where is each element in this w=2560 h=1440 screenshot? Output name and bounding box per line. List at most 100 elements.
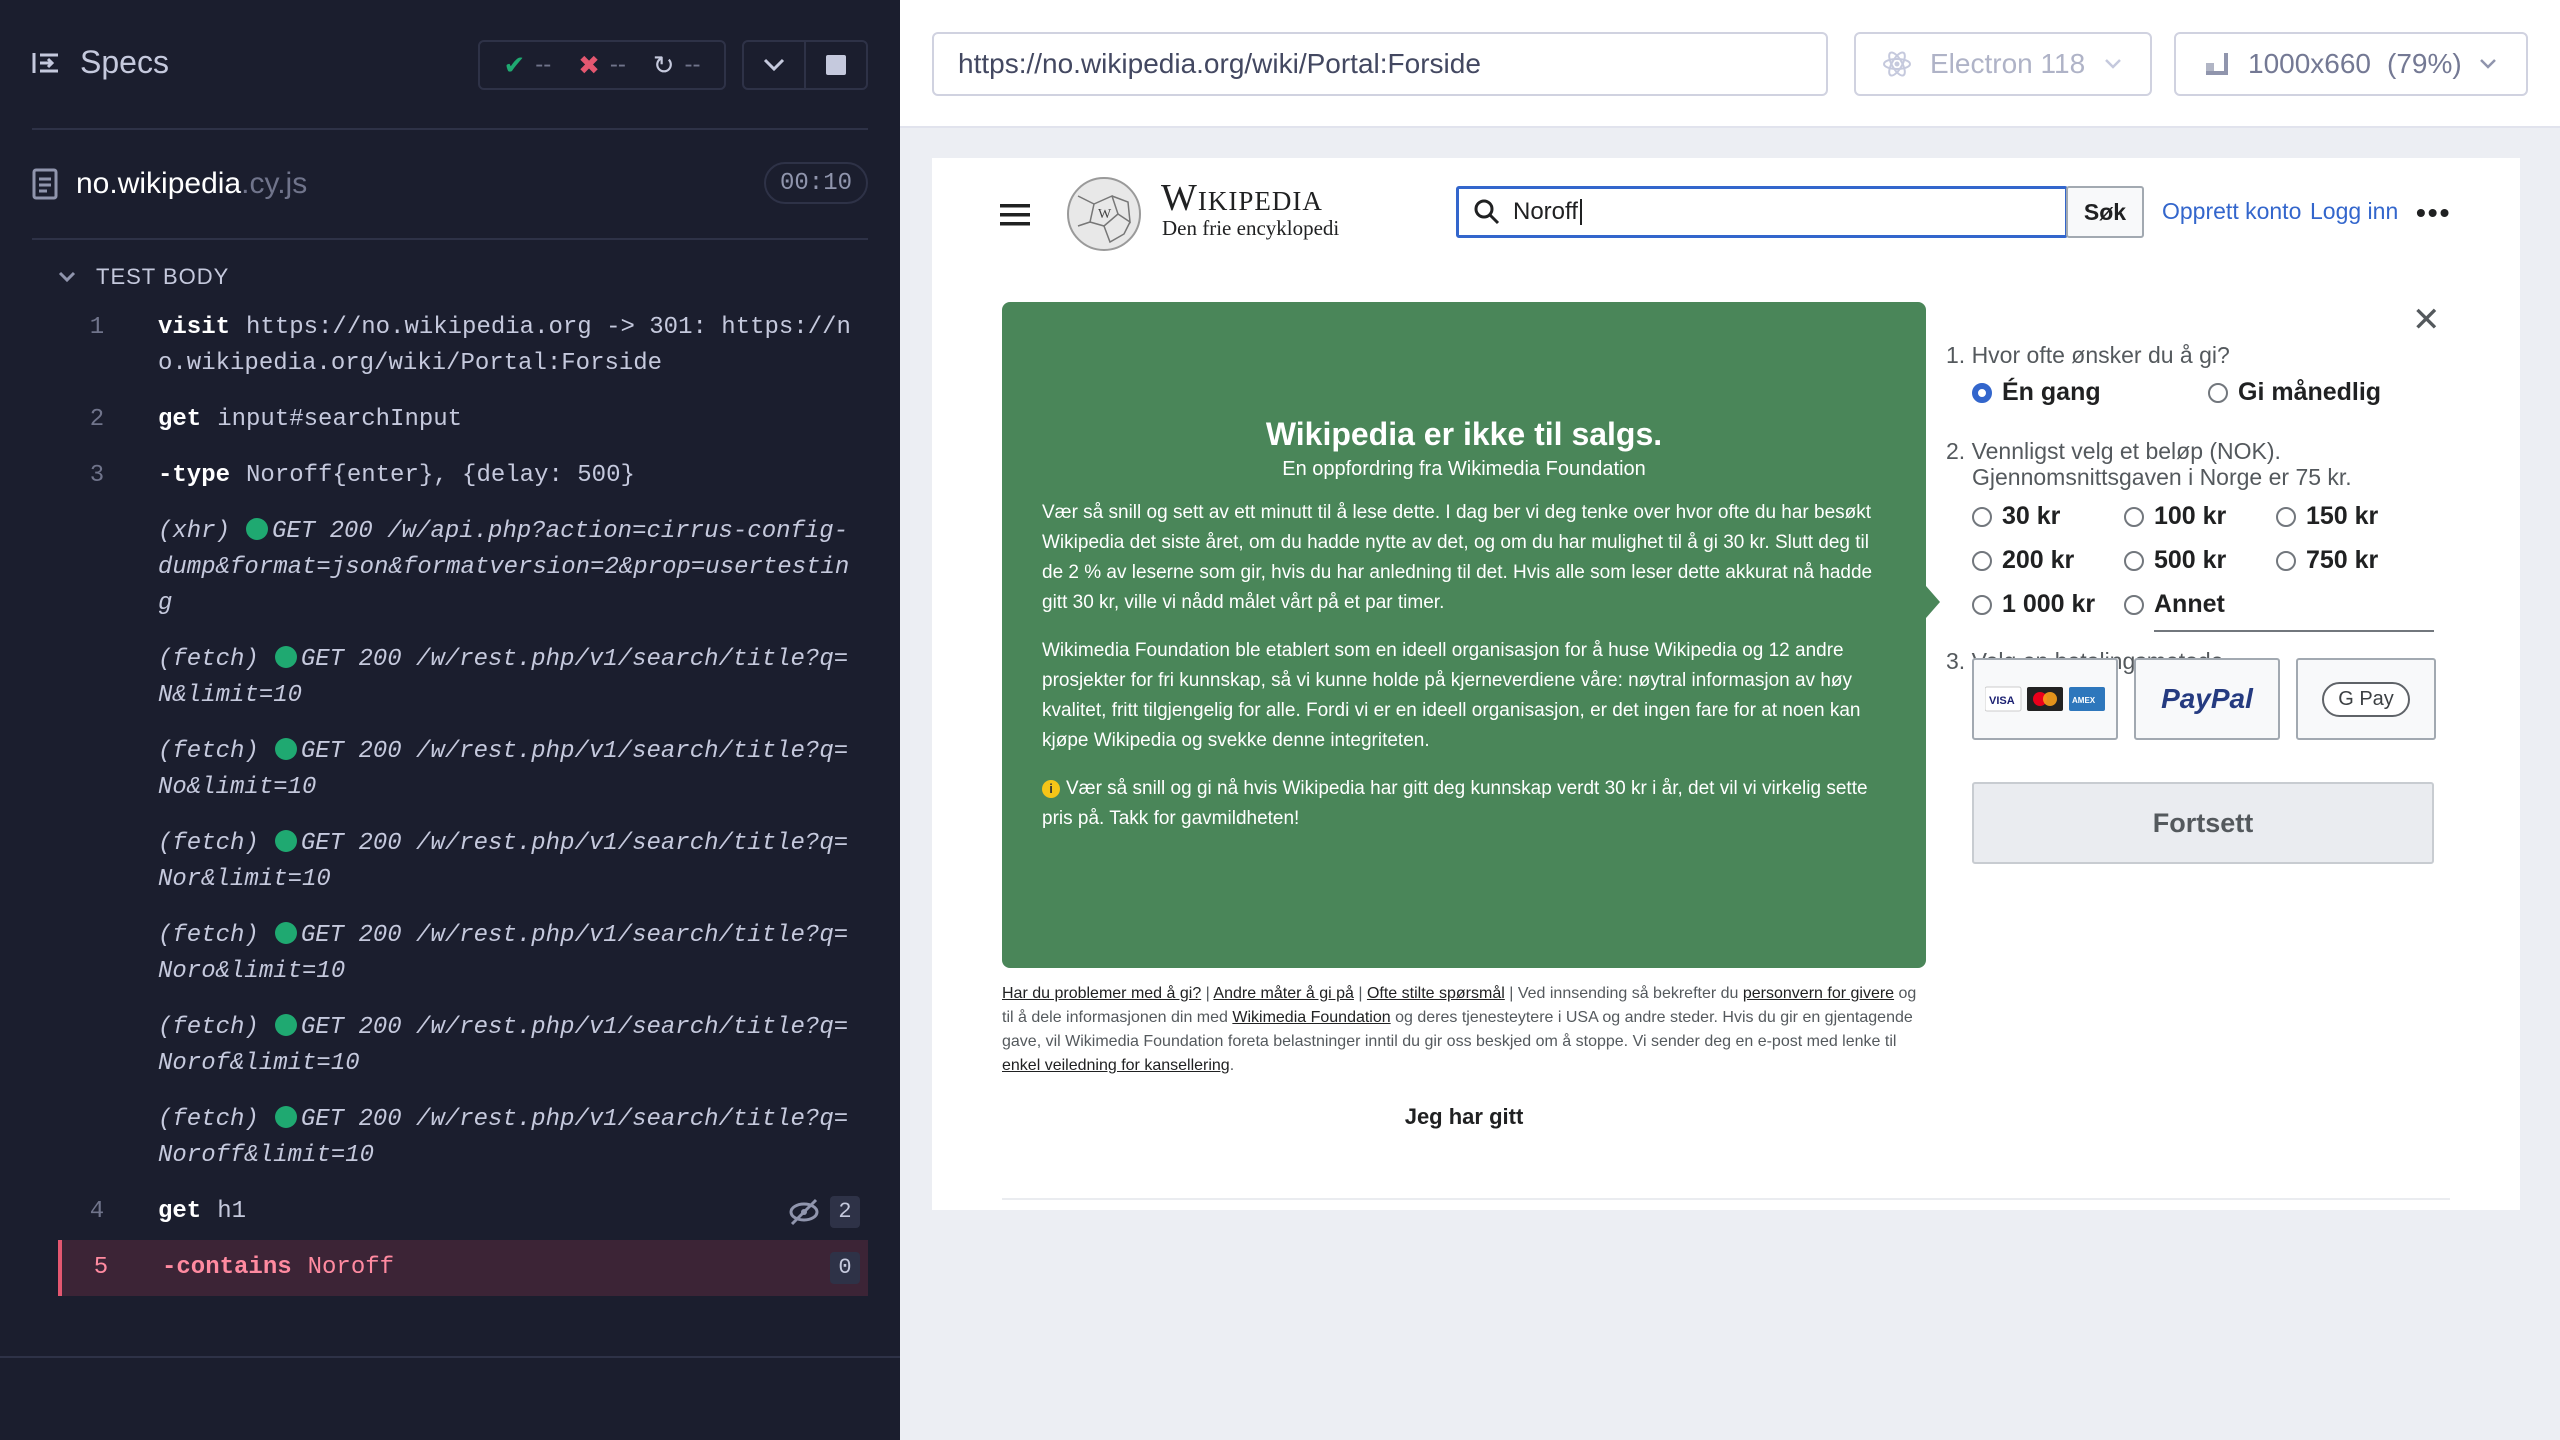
network-log-row[interactable]: (fetch) GET 200 /w/rest.php/v1/search/tit…	[58, 1092, 868, 1184]
command-number: 1	[89, 314, 105, 341]
amount-1000-radio[interactable]: 1 000 kr	[1972, 590, 2095, 619]
create-account-link[interactable]: Opprett konto	[2162, 198, 2301, 225]
donation-banner: Wikipedia er ikke til salgs. En oppfordr…	[1002, 302, 1926, 968]
cross-icon: ✖	[578, 49, 600, 80]
wikipedia-globe-logo[interactable]: W	[1064, 174, 1144, 254]
specs-toggle-button[interactable]: Specs	[32, 44, 169, 81]
google-pay-button[interactable]: G Pay	[2296, 658, 2436, 740]
wikimedia-link[interactable]: Wikimedia Foundation	[1232, 1009, 1390, 1026]
command-row[interactable]: 3 -type Noroff{enter}, {delay: 500}	[58, 448, 868, 504]
amount-100-radio[interactable]: 100 kr	[2124, 502, 2226, 531]
log-text: GET 200 /w/rest.php/v1/search/title?q=No…	[158, 1014, 849, 1077]
reporter-header: Specs ✔ -- ✖ -- ↻ --	[0, 0, 900, 130]
spec-name: no.wikipedia	[76, 167, 242, 200]
privacy-link[interactable]: personvern for givere	[1743, 985, 1894, 1002]
log-type: (fetch)	[158, 1014, 259, 1041]
amount-label: 30 kr	[2002, 502, 2061, 530]
more-options-icon[interactable]: •••	[2416, 199, 2451, 227]
cancellation-link[interactable]: enkel veiledning for kansellering	[1002, 1057, 1230, 1074]
collapse-button[interactable]	[744, 42, 806, 88]
file-icon	[32, 168, 58, 200]
amount-question: 2. Vennligst velg et beløp (NOK).	[1946, 438, 2281, 464]
radio	[1972, 507, 1992, 527]
network-log-row[interactable]: (fetch) GET 200 /w/rest.php/v1/search/tit…	[58, 1000, 868, 1092]
chevron-down-icon	[2479, 59, 2496, 69]
amount-750-radio[interactable]: 750 kr	[2276, 546, 2378, 575]
passed-stat: ✔ --	[503, 50, 551, 81]
banner-paragraph: Wikimedia Foundation ble etablert som en…	[1042, 640, 1861, 751]
search-button[interactable]: Søk	[2066, 186, 2144, 238]
frequency-question: 1. Hvor ofte ønsker du å gi?	[1946, 342, 2230, 368]
test-stats: ✔ -- ✖ -- ↻ --	[478, 40, 726, 90]
divider	[0, 1356, 900, 1358]
wikipedia-tagline: Den frie encyklopedi	[1162, 216, 1340, 240]
run-controls	[742, 40, 868, 90]
network-log-row[interactable]: (fetch) GET 200 /w/rest.php/v1/search/tit…	[58, 724, 868, 816]
page-content-edge	[1002, 1198, 2450, 1210]
browser-selector[interactable]: Electron 118	[1854, 32, 2152, 96]
already-donated-button[interactable]: Jeg har gitt	[1002, 1104, 1926, 1130]
amount-200-radio[interactable]: 200 kr	[1972, 546, 2074, 575]
log-text: GET 200 /w/rest.php/v1/search/title?q=No…	[158, 922, 849, 985]
amount-30-radio[interactable]: 30 kr	[1972, 502, 2060, 531]
amount-hint: Gjennomsnittsgaven i Norge er 75 kr.	[1972, 464, 2352, 490]
search-value: Noroff	[1513, 198, 1578, 225]
command-row[interactable]: 1 visit https://no.wikipedia.org -> 301: …	[58, 300, 868, 392]
spec-file-row: no.wikipedia .cy.js 00:10	[32, 160, 868, 208]
command-message: Noroff	[307, 1254, 395, 1281]
network-log-row[interactable]: (fetch) GET 200 /w/rest.php/v1/search/tit…	[58, 908, 868, 1000]
pending-count: --	[684, 51, 701, 78]
stop-button[interactable]	[806, 42, 866, 88]
login-link[interactable]: Logg inn	[2310, 198, 2398, 225]
search-icon	[1474, 199, 1500, 225]
amount-other-radio[interactable]: Annet	[2124, 590, 2225, 619]
frequency-monthly-radio[interactable]: Gi månedlig	[2208, 378, 2381, 407]
test-body-header[interactable]: TEST BODY	[58, 264, 229, 290]
frequency-once-radio[interactable]: Én gang	[1972, 378, 2101, 407]
amount-label: 1 000 kr	[2002, 590, 2096, 618]
radio	[2276, 507, 2296, 527]
spec-ext: .cy.js	[241, 167, 308, 200]
radio	[2208, 383, 2228, 403]
command-row[interactable]: 4 get h1 2	[58, 1184, 868, 1240]
eye-slash-icon	[789, 1198, 819, 1226]
network-log-row[interactable]: (fetch) GET 200 /w/rest.php/v1/search/tit…	[58, 632, 868, 724]
paypal-button[interactable]: PayPal	[2134, 658, 2280, 740]
element-count-badge: 2	[830, 1196, 860, 1228]
frequency-monthly-label: Gi månedlig	[2238, 378, 2382, 406]
svg-text:W: W	[1098, 207, 1112, 222]
command-name: -contains	[162, 1254, 292, 1281]
pending-stat: ↻ --	[653, 50, 701, 81]
command-message: h1	[217, 1198, 247, 1225]
amount-label: 200 kr	[2002, 546, 2075, 574]
url-bar[interactable]: https://no.wikipedia.org/wiki/Portal:For…	[932, 32, 1828, 96]
status-dot	[274, 646, 297, 668]
problems-link[interactable]: Har du problemer med å gi?	[1002, 985, 1201, 1002]
banner-subtitle: En oppfordring fra Wikimedia Foundation	[1282, 458, 1646, 480]
command-message: input#searchInput	[217, 406, 463, 433]
other-ways-link[interactable]: Andre måter å gi på	[1213, 985, 1354, 1002]
amount-150-radio[interactable]: 150 kr	[2276, 502, 2378, 531]
hamburger-menu-icon[interactable]	[1000, 202, 1030, 228]
close-icon[interactable]: ✕	[2412, 300, 2441, 340]
status-dot	[274, 830, 297, 852]
viewport-selector[interactable]: 1000x660 (79%)	[2174, 32, 2528, 96]
banner-paragraph: Vær så snill og sett av ett minutt til å…	[1042, 502, 1873, 613]
command-row[interactable]: 2 get input#searchInput	[58, 392, 868, 448]
command-message: https://no.wikipedia.org -> 301: https:/…	[158, 314, 851, 377]
command-row-failed[interactable]: 5 -contains Noroff 0	[58, 1240, 868, 1296]
card-payment-button[interactable]: VISA AMEX	[1972, 658, 2118, 740]
search-input[interactable]: Noroff	[1456, 186, 2068, 238]
network-log-row[interactable]: (xhr) GET 200 /w/api.php?action=cirrus-co…	[58, 504, 868, 632]
spinner-icon: ↻	[652, 49, 675, 80]
command-name: visit	[158, 314, 231, 341]
command-name: get	[158, 406, 202, 433]
network-log-row[interactable]: (fetch) GET 200 /w/rest.php/v1/search/tit…	[58, 816, 868, 908]
specs-label: Specs	[80, 44, 169, 80]
other-amount-input[interactable]	[2154, 630, 2434, 632]
faq-link[interactable]: Ofte stilte spørsmål	[1367, 985, 1505, 1002]
chevron-down-icon	[58, 271, 76, 283]
amount-500-radio[interactable]: 500 kr	[2124, 546, 2226, 575]
log-type: (fetch)	[158, 738, 259, 765]
continue-button[interactable]: Fortsett	[1972, 782, 2434, 864]
